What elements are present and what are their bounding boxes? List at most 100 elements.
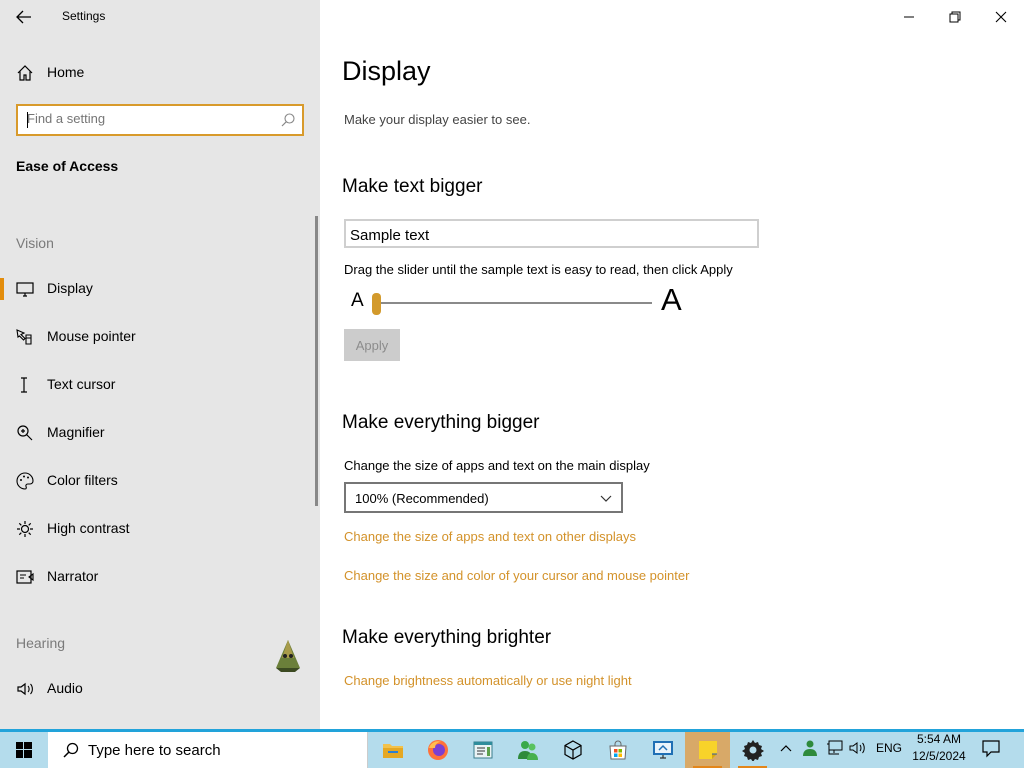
section-label-hearing: Hearing [16,635,66,651]
back-arrow-icon [16,10,31,24]
sidebar-item-label: Magnifier [47,424,105,440]
heading-text-bigger: Make text bigger [342,176,483,197]
color-filters-icon [16,472,34,490]
search-icon [281,113,295,127]
firefox-icon [428,740,448,760]
input-language-indicator[interactable]: ENG [876,741,902,755]
people-tray-icon [803,740,817,756]
notification-icon [982,740,1000,758]
clock-time: 5:54 AM [916,732,962,746]
search-input[interactable] [27,111,267,126]
action-center-button[interactable] [980,737,1002,759]
scale-dropdown[interactable]: 100% (Recommended) [344,482,623,513]
desktop-mascot-icon [276,640,300,672]
sidebar-item-label: Text cursor [47,376,116,392]
close-icon [995,11,1007,23]
3d-viewer-icon [564,740,582,760]
sidebar-item-mouse-pointer[interactable]: Mouse pointer [0,317,318,357]
magnifier-icon [17,425,33,441]
search-icon [63,742,79,758]
sidebar-item-label: High contrast [47,520,130,536]
text-size-slider-thumb[interactable] [372,293,381,315]
taskbar-search-box[interactable]: Type here to search [48,732,368,768]
section-label-vision: Vision [16,235,54,251]
store-icon [609,740,627,760]
scale-selected-value: 100% (Recommended) [355,491,489,506]
page-title: Display [342,56,431,86]
minimize-icon [904,16,914,18]
sidebar-item-home[interactable]: Home [0,53,318,93]
minimize-button[interactable] [886,2,932,32]
taskbar-search-placeholder: Type here to search [88,742,221,759]
link-brightness-night-light[interactable]: Change brightness automatically or use n… [344,673,632,688]
link-cursor-pointer[interactable]: Change the size and color of your cursor… [344,568,689,583]
taskbar-app-settings[interactable] [730,732,775,768]
page-subtitle: Make your display easier to see. [344,112,531,127]
scale-label: Change the size of apps and text on the … [344,458,650,473]
group-title: Ease of Access [16,158,119,174]
sidebar-item-label: Color filters [47,472,118,488]
high-contrast-icon [17,521,33,537]
slider-min-label: A [351,290,364,311]
taskbar-app-notepad[interactable] [460,732,505,768]
show-hidden-icons-button[interactable] [778,739,794,757]
network-button[interactable] [825,738,845,758]
chevron-up-icon [780,745,792,752]
sidebar-item-audio[interactable]: Audio [0,669,318,709]
heading-everything-bigger: Make everything bigger [342,412,540,433]
text-cursor-icon [21,377,27,393]
sidebar-item-label: Display [47,280,93,296]
sidebar-item-text-cursor[interactable]: Text cursor [0,365,318,405]
sample-text: Sample text [350,227,430,244]
sidebar-item-label: Narrator [47,568,99,584]
close-button[interactable] [978,2,1024,32]
volume-icon [849,742,865,754]
apply-button[interactable]: Apply [344,329,400,361]
taskbar-app-3d-viewer[interactable] [550,732,595,768]
monitor-icon [16,282,34,297]
audio-icon [17,682,33,696]
restore-icon [949,11,961,23]
clock-date: 12/5/2024 [912,749,966,763]
settings-icon [742,740,764,761]
heading-everything-brighter: Make everything brighter [342,627,552,648]
sidebar-item-label: Audio [47,680,83,696]
taskbar: Type here to search ENG 5:54 AM 12/5/202… [0,729,1024,768]
notepad-icon [473,741,493,759]
windows-logo-icon [16,742,32,758]
text-size-slider-track[interactable] [379,302,652,304]
taskbar-app-remote-desktop[interactable] [640,732,685,768]
sidebar-item-color-filters[interactable]: Color filters [0,461,318,501]
chevron-down-icon [600,495,612,502]
sticky-notes-icon [699,741,717,759]
find-setting-search[interactable] [16,104,304,136]
remote-desktop-icon [653,741,673,759]
taskbar-app-file-explorer[interactable] [370,732,415,768]
clock[interactable]: 5:54 AM 12/5/2024 [906,731,972,767]
sidebar-item-display[interactable]: Display [0,269,318,309]
sidebar-item-label: Mouse pointer [47,328,136,344]
taskbar-app-store[interactable] [595,732,640,768]
people-icon [518,741,538,760]
sidebar-item-high-contrast[interactable]: High contrast [0,509,318,549]
selection-indicator [0,278,4,300]
slider-instruction: Drag the slider until the sample text is… [344,262,733,277]
start-button[interactable] [0,732,48,768]
sidebar-item-narrator[interactable]: Narrator [0,557,318,597]
restore-button[interactable] [932,2,978,32]
sidebar-item-magnifier[interactable]: Magnifier [0,413,318,453]
taskbar-app-firefox[interactable] [415,732,460,768]
taskbar-app-people[interactable] [505,732,550,768]
link-other-displays[interactable]: Change the size of apps and text on othe… [344,529,636,544]
sidebar-scrollbar[interactable] [315,216,318,506]
volume-button[interactable] [848,738,868,758]
sidebar: Settings Home Ease of Access Vision Disp… [0,0,320,729]
taskbar-app-sticky-notes[interactable] [685,732,730,768]
home-icon [17,65,33,81]
sample-text-preview: Sample text [344,219,759,248]
tray-people-button[interactable] [802,738,822,758]
mouse-pointer-icon [16,329,32,345]
back-button[interactable] [12,6,36,28]
narrator-icon [16,570,34,584]
file-explorer-icon [383,744,403,758]
